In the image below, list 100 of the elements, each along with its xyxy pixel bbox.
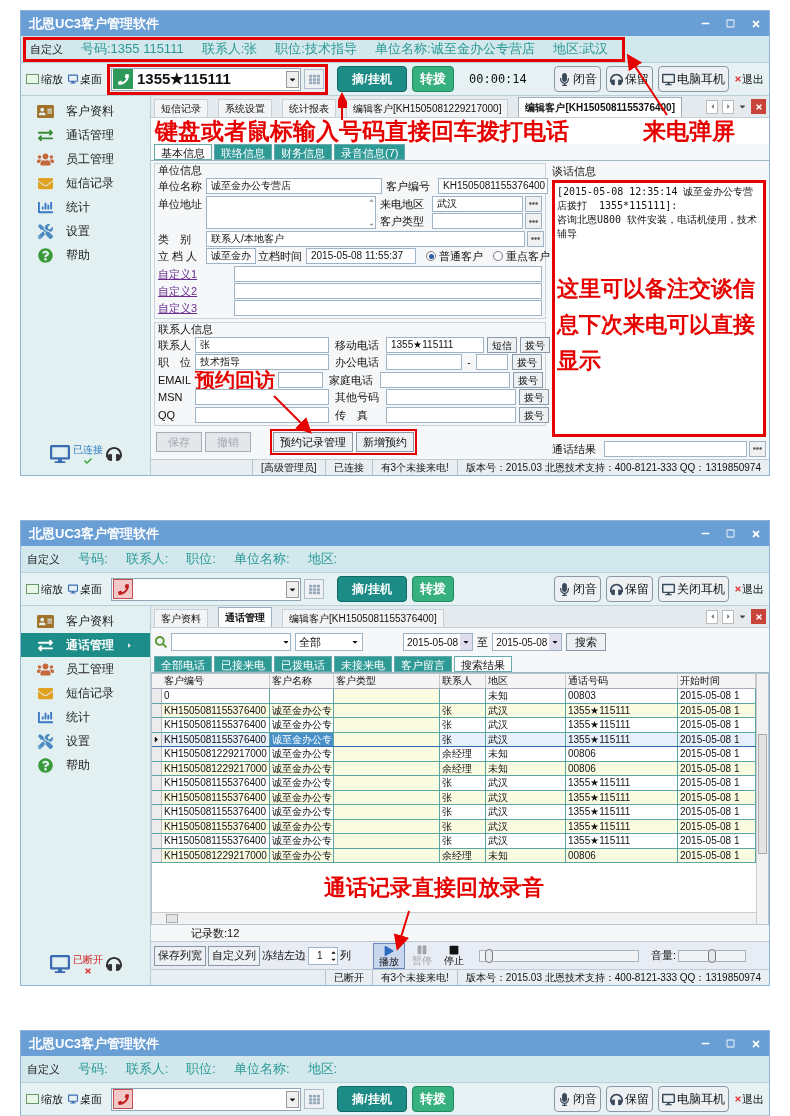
table-row[interactable]: 0 未知 00803 2015-05-08 1 (152, 689, 756, 704)
phone-number-field[interactable] (111, 1087, 301, 1111)
save-widths-button[interactable]: 保存列宽 (154, 945, 206, 966)
text-field[interactable]: 武汉 (432, 195, 523, 212)
toolbar-button[interactable]: 闭音 (554, 576, 601, 602)
row-header[interactable] (152, 732, 162, 746)
small-button[interactable]: 拨号 (512, 354, 542, 371)
exit-link[interactable]: 退出 (742, 1090, 764, 1108)
keyword-field[interactable] (171, 633, 291, 651)
date-field[interactable]: 2015-05-08 (403, 633, 474, 651)
column-header[interactable]: 客户名称 (270, 674, 334, 688)
keypad-button[interactable] (304, 579, 324, 599)
browse-button[interactable] (749, 440, 766, 457)
small-button[interactable]: 拨号 (519, 389, 549, 406)
zoom-label[interactable]: 缩放 (41, 1090, 63, 1108)
slider-thumb[interactable] (708, 948, 716, 963)
hook-button[interactable]: 摘/挂机 (337, 1086, 407, 1112)
custom-field-link[interactable]: 自定义1 (158, 266, 232, 281)
filter-select[interactable]: 全部 (295, 633, 363, 651)
tab[interactable]: 编辑客户[KH1505081155376400] (282, 609, 444, 627)
desktop-label[interactable]: 桌面 (80, 70, 102, 88)
text-field[interactable]: 2015-05-08 11:55:37 (306, 248, 416, 265)
browse-button[interactable] (527, 230, 544, 247)
tab[interactable]: 基本信息 (154, 144, 212, 160)
toolbar-button[interactable]: 电脑耳机 (658, 66, 729, 92)
tab[interactable]: 短信记录 (154, 99, 208, 117)
play-button[interactable]: 播放 (373, 942, 405, 969)
table-row[interactable]: KH1505081155376400 诚至金办公专 张 武汉 1355★115111 2015-05-08 1 (152, 776, 756, 791)
sidebar-item[interactable]: 客户资料 (21, 99, 150, 123)
dropdown-icon[interactable] (282, 638, 290, 646)
toolbar-button[interactable]: 保留 (606, 1086, 653, 1112)
text-field[interactable]: KH1505081155376400 (438, 178, 548, 195)
slider-thumb[interactable] (485, 948, 494, 963)
zoom-label[interactable]: 缩放 (41, 580, 63, 598)
keypad-button[interactable] (304, 69, 324, 89)
small-button[interactable]: 拨号 (520, 336, 550, 353)
text-field[interactable]: 联系人/本地客户 (206, 230, 525, 247)
exit-link[interactable]: 退出 (742, 580, 764, 598)
sidebar-item[interactable]: 短信记录 (21, 171, 150, 195)
dropdown-icon[interactable] (351, 638, 359, 646)
sidebar-item[interactable]: 设置 (21, 729, 150, 753)
spinner-field[interactable]: 1 (308, 946, 338, 965)
column-header[interactable]: 通话号码 (566, 674, 678, 688)
desktop-label[interactable]: 桌面 (80, 580, 102, 598)
text-field[interactable] (380, 371, 510, 388)
browse-button[interactable] (525, 213, 542, 230)
text-field[interactable]: 张 (195, 336, 329, 353)
table-row[interactable]: KH1505081155376400 诚至金办公专 张 武汉 1355★115111 2015-05-08 1 (152, 718, 756, 733)
tab[interactable]: 通话管理 (218, 607, 272, 627)
text-field[interactable] (234, 299, 542, 316)
exit-link[interactable]: 退出 (742, 70, 764, 88)
text-field[interactable]: 1355★115111 (386, 336, 484, 353)
table-row[interactable]: KH1505081155376400 诚至金办公专 张 武汉 1355★115111 2015-05-08 1 (152, 834, 756, 849)
text-field[interactable] (476, 354, 508, 371)
sidebar-item[interactable]: 通话管理 (21, 633, 150, 657)
radio-button[interactable] (426, 251, 436, 262)
sidebar-item[interactable]: 统计 (21, 705, 150, 729)
sidebar-item[interactable]: 帮助 (21, 753, 150, 777)
sidebar-item[interactable]: 通话管理 (21, 123, 150, 147)
sidebar-item[interactable]: 统计 (21, 195, 150, 219)
custom-field-link[interactable]: 自定义3 (158, 300, 232, 315)
column-header[interactable]: 客户类型 (334, 674, 440, 688)
search-button[interactable]: 搜索 (566, 633, 607, 651)
address-field[interactable] (206, 195, 376, 229)
dropdown-icon[interactable] (460, 634, 473, 650)
text-field[interactable] (604, 440, 747, 457)
sidebar-item[interactable]: 短信记录 (21, 681, 150, 705)
phone-number-field[interactable]: 1355★115111 (111, 67, 301, 91)
phone-number-field[interactable] (111, 577, 301, 601)
sidebar-item[interactable]: 设置 (21, 219, 150, 243)
text-field[interactable] (234, 282, 542, 299)
sidebar-item[interactable]: 员工管理 (21, 147, 150, 171)
zoom-label[interactable]: 缩放 (41, 70, 63, 88)
text-field[interactable] (386, 389, 516, 406)
desktop-label[interactable]: 桌面 (80, 1090, 102, 1108)
text-field[interactable]: 诚至金办 (206, 248, 256, 265)
stop-button[interactable]: 停止 (439, 942, 469, 969)
text-field[interactable] (386, 406, 516, 423)
browse-button[interactable] (525, 195, 542, 212)
close-icon[interactable] (751, 528, 761, 539)
small-button[interactable]: 短信 (487, 336, 517, 353)
toolbar-button[interactable]: 闭音 (554, 66, 601, 92)
text-field[interactable] (195, 389, 329, 406)
custom-field-link[interactable]: 自定义2 (158, 283, 232, 298)
dropdown-icon[interactable] (549, 634, 562, 650)
tab[interactable]: 搜索结果 (454, 656, 512, 672)
horizontal-scrollbar[interactable] (152, 912, 756, 924)
hook-button[interactable]: 摘/挂机 (337, 576, 407, 602)
scroll-left-icon[interactable] (706, 99, 718, 114)
toolbar-button[interactable]: 电脑耳机 (658, 1086, 729, 1112)
hook-button[interactable]: 摘/挂机 (337, 66, 407, 92)
text-field[interactable] (234, 265, 542, 282)
close-icon[interactable] (751, 1038, 761, 1049)
radio-button[interactable] (493, 251, 503, 262)
close-icon[interactable] (751, 18, 761, 29)
table-row[interactable]: KH1505081229217000 诚至金办公专 余经理 未知 00806 2015-05-08 1 (152, 747, 756, 762)
dropdown-icon[interactable] (738, 612, 747, 621)
text-field[interactable] (195, 406, 329, 423)
close-tab-button[interactable] (751, 609, 766, 624)
column-header[interactable]: 联系人 (440, 674, 486, 688)
